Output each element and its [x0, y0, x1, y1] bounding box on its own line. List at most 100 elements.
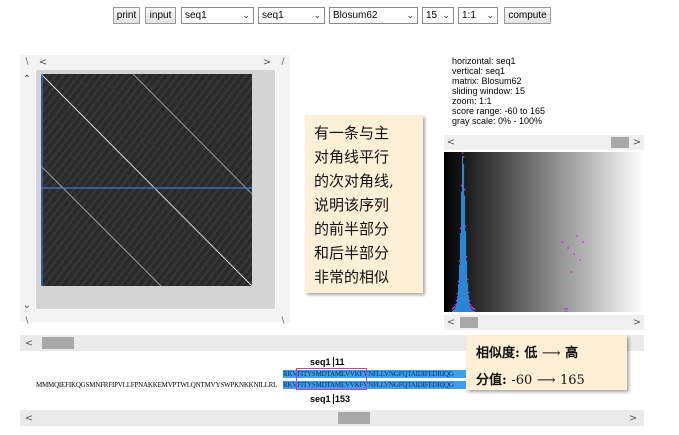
- histogram-dot: [576, 235, 579, 237]
- gray-upper-thumb[interactable]: [611, 137, 629, 148]
- histogram-dot: [453, 306, 456, 308]
- chevron-right-icon[interactable]: >: [260, 55, 274, 69]
- score-label: 分值:: [476, 373, 507, 388]
- vertical-sequence-select[interactable]: seq1 ⌄: [258, 7, 325, 24]
- compute-button[interactable]: compute: [504, 7, 551, 24]
- print-button[interactable]: print: [113, 7, 140, 24]
- histogram-bar: [566, 311, 568, 312]
- histogram-bar: [459, 264, 461, 312]
- histogram-dot: [570, 271, 573, 273]
- top-sequence-position: 11: [333, 357, 345, 367]
- top-sequence-label: seq1 11: [310, 357, 345, 367]
- histogram-dot: [561, 241, 563, 243]
- zoom-value: 1:1: [462, 10, 476, 21]
- histogram-dot: [566, 308, 569, 310]
- chevron-left-icon[interactable]: <: [444, 315, 458, 329]
- horizontal-sequence-value: seq1: [185, 10, 207, 21]
- arrow-right-icon: ⟶: [541, 346, 561, 361]
- histogram-dot: [459, 227, 462, 230]
- chevron-down-icon: ⌄: [406, 10, 414, 20]
- chevron-right-icon[interactable]: >: [626, 411, 640, 425]
- chevron-down-icon: ⌄: [242, 10, 250, 20]
- histogram-bar: [466, 260, 468, 312]
- info-gray-scale: gray scale: 0% - 100%: [452, 116, 543, 126]
- chevron-left-icon[interactable]: <: [22, 411, 36, 425]
- histogram-dot: [462, 156, 465, 158]
- histogram-dot: [463, 188, 466, 191]
- histogram-dot: [457, 280, 460, 283]
- chevron-down-icon: ⌄: [442, 10, 450, 20]
- alignment-horizontal-scrollbar[interactable]: < >: [20, 410, 644, 426]
- input-button[interactable]: input: [145, 7, 176, 24]
- histogram-dot: [567, 247, 570, 249]
- histogram-dot: [456, 292, 459, 295]
- histogram-dot: [464, 225, 467, 228]
- similarity-row: 相似度: 低 ⟶ 高: [476, 342, 578, 361]
- histogram-bar: [453, 310, 455, 312]
- histogram-bar: [564, 311, 566, 312]
- split-icon[interactable]: \: [20, 55, 34, 69]
- chevron-left-icon[interactable]: <: [36, 55, 50, 69]
- matrix-select[interactable]: Blosum62 ⌄: [329, 7, 418, 24]
- main-horizontal-thumb[interactable]: [42, 337, 74, 349]
- histogram-dot: [465, 256, 468, 258]
- sliding-window-box: [296, 368, 367, 390]
- chevron-left-icon[interactable]: <: [22, 336, 36, 350]
- histogram-bar: [467, 282, 469, 312]
- histogram-bar: [473, 311, 475, 312]
- score-high: 165: [559, 373, 585, 388]
- histogram-dot: [469, 304, 472, 306]
- histogram-dot: [455, 299, 458, 302]
- histogram-dot: [582, 241, 585, 243]
- dotplot-vertical-scrollbar[interactable]: ⌃ ⌄ \: [20, 70, 35, 326]
- histogram-bar: [457, 296, 459, 312]
- window-select[interactable]: 15 ⌄: [422, 7, 454, 24]
- bottom-sequence-position: 153: [333, 394, 351, 404]
- histogram-bar: [465, 231, 467, 312]
- histogram-bar: [454, 309, 456, 312]
- dotplot-right-edge: \: [276, 70, 290, 326]
- gray-lower-scrollbar[interactable]: < >: [444, 315, 644, 330]
- chevron-right-icon[interactable]: >: [630, 315, 644, 329]
- chevron-down-icon[interactable]: ⌄: [20, 298, 34, 312]
- chevron-up-icon[interactable]: ⌃: [20, 72, 34, 86]
- histogram-bar: [470, 307, 472, 312]
- zoom-select[interactable]: 1:1 ⌄: [458, 7, 498, 24]
- gray-lower-thumb[interactable]: [460, 317, 478, 328]
- histogram-bar: [474, 311, 476, 312]
- score-row: 分值: -60 ⟶ 165: [476, 369, 585, 388]
- split-icon[interactable]: \: [20, 314, 34, 328]
- chevron-left-icon[interactable]: <: [444, 135, 458, 149]
- bottom-sequence-label: seq1 153: [310, 394, 351, 404]
- histogram-dot: [467, 291, 470, 294]
- chevron-right-icon[interactable]: >: [630, 135, 644, 149]
- annotation-line: 非常的相似: [314, 268, 390, 286]
- annotation-note: 有一条与主 对角线平行 的次对角线, 说明该序列 的前半部分 和后半部分 非常的…: [305, 115, 423, 293]
- dotplot-horizontal-scrollbar[interactable]: \ < > /: [20, 55, 290, 70]
- dotplot-canvas[interactable]: [41, 74, 252, 286]
- gray-upper-scrollbar[interactable]: < >: [444, 135, 644, 150]
- split-icon[interactable]: \: [276, 314, 290, 328]
- bottom-sequence-prefix: MMMQIEFIKQGSMNFRFIPVLLFPNAKKEMVPTWLQNTMV…: [36, 381, 278, 389]
- vertical-sequence-value: seq1: [262, 10, 284, 21]
- matrix-value: Blosum62: [333, 10, 378, 21]
- score-low: -60: [511, 373, 533, 388]
- split-icon[interactable]: /: [276, 55, 290, 69]
- info-score-range: score range: -60 to 165: [452, 106, 546, 116]
- window-value: 15: [426, 10, 438, 21]
- similarity-low: 低: [524, 346, 538, 361]
- alignment-horizontal-thumb[interactable]: [338, 412, 370, 424]
- score-histogram: [444, 152, 644, 312]
- horizontal-sequence-select[interactable]: seq1 ⌄: [181, 7, 254, 24]
- grayscale-gradient: [444, 152, 644, 312]
- annotation-line: 的前半部分: [314, 220, 390, 238]
- histogram-bar: [452, 311, 454, 312]
- histogram-bar: [460, 233, 462, 312]
- histogram-bar: [461, 191, 463, 312]
- info-window: sliding window: 15: [452, 86, 526, 96]
- similarity-label: 相似度:: [476, 346, 520, 361]
- histogram-dot: [573, 253, 576, 255]
- arrow-right-icon: ⟶: [536, 373, 556, 388]
- annotation-line: 有一条与主: [314, 124, 390, 142]
- histogram-dot: [461, 152, 464, 154]
